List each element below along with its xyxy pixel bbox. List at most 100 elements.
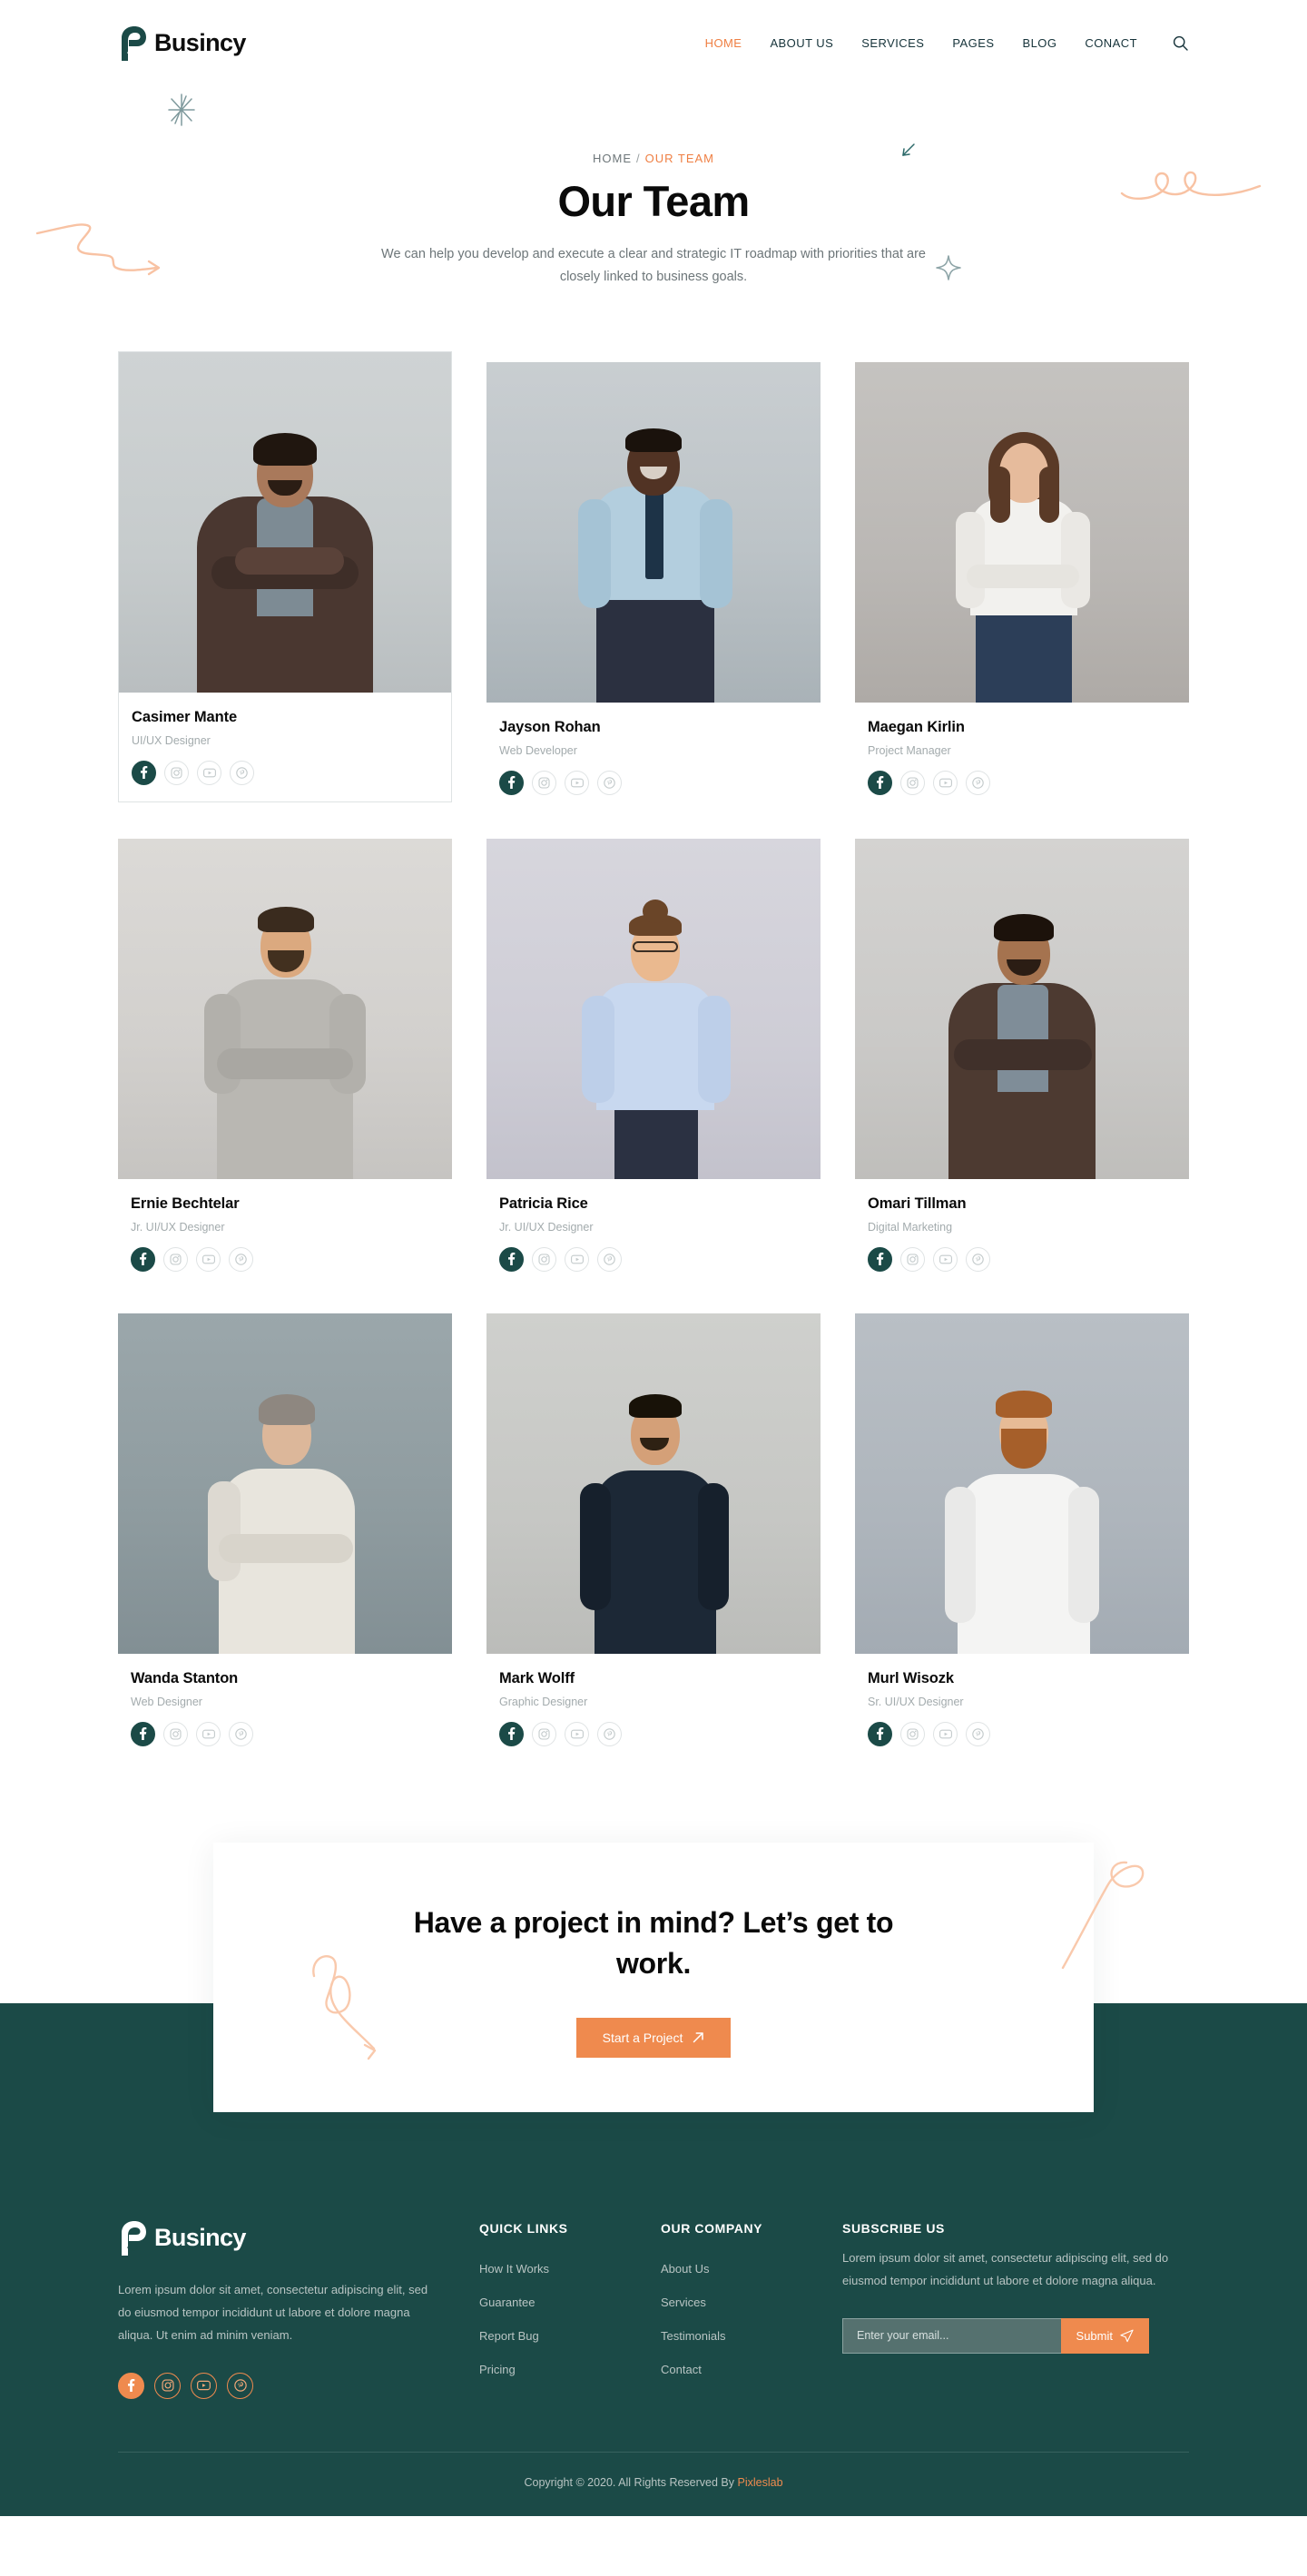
pinterest-icon[interactable]: [227, 2372, 253, 2399]
member-info: Casimer Mante UI/UX Designer: [119, 693, 451, 791]
youtube-icon[interactable]: [933, 1246, 958, 1272]
pinterest-icon[interactable]: [230, 760, 254, 785]
nav-item-blog[interactable]: BLOG: [1022, 36, 1056, 50]
youtube-icon[interactable]: [933, 1721, 958, 1746]
team-card[interactable]: Murl Wisozk Sr. UI/UX Designer: [855, 1313, 1189, 1752]
pinterest-icon[interactable]: [229, 1246, 253, 1272]
submit-button-label: Submit: [1076, 2328, 1113, 2343]
email-input[interactable]: [842, 2317, 1061, 2354]
pinterest-icon[interactable]: [229, 1721, 253, 1746]
instagram-icon[interactable]: [900, 770, 925, 795]
pinterest-icon[interactable]: [966, 1721, 990, 1746]
facebook-icon[interactable]: [499, 770, 524, 795]
brand-logo[interactable]: Busincy: [118, 25, 246, 61]
team-card[interactable]: Jayson Rohan Web Developer: [486, 361, 821, 802]
nav-item-about-us[interactable]: ABOUT US: [770, 36, 833, 50]
team-card[interactable]: Wanda Stanton Web Designer: [118, 1313, 452, 1752]
nav-item-pages[interactable]: PAGES: [952, 36, 994, 50]
facebook-icon[interactable]: [499, 1246, 524, 1272]
company-link-contact[interactable]: Contact: [661, 2363, 702, 2376]
company-link-testimonials[interactable]: Testimonials: [661, 2329, 726, 2343]
list-item: How It Works: [479, 2261, 661, 2277]
nav-item-home[interactable]: HOME: [705, 36, 742, 50]
member-name: Maegan Kirlin: [868, 718, 965, 735]
team-card[interactable]: Mark Wolff Graphic Designer: [486, 1313, 821, 1752]
search-icon: [1173, 35, 1188, 51]
youtube-icon[interactable]: [196, 1246, 221, 1272]
team-card[interactable]: Ernie Bechtelar Jr. UI/UX Designer: [118, 838, 452, 1277]
footer-about-text: Lorem ipsum dolor sit amet, consectetur …: [118, 2282, 428, 2342]
member-photo: [486, 838, 821, 1179]
instagram-icon[interactable]: [164, 760, 189, 785]
footer-logo[interactable]: Busincy: [118, 2220, 432, 2256]
quick-link-guarantee[interactable]: Guarantee: [479, 2296, 535, 2309]
instagram-icon[interactable]: [532, 1721, 556, 1746]
youtube-icon[interactable]: [197, 760, 221, 785]
team-card[interactable]: Omari Tillman Digital Marketing: [855, 838, 1189, 1277]
start-a-project-button[interactable]: Start a Project: [575, 2017, 732, 2058]
instagram-icon[interactable]: [532, 1246, 556, 1272]
cta-section: Have a project in mind? Let’s get to wor…: [0, 1842, 1307, 2112]
footer-brand-column: Busincy Lorem ipsum dolor sit amet, cons…: [118, 2220, 479, 2399]
facebook-icon[interactable]: [131, 1246, 155, 1272]
member-role: Graphic Designer: [499, 1695, 588, 1708]
quick-link-report-bug[interactable]: Report Bug: [479, 2329, 539, 2343]
copyright-brand-link[interactable]: Pixleslab: [738, 2476, 783, 2489]
instagram-icon[interactable]: [900, 1246, 925, 1272]
youtube-icon[interactable]: [565, 1246, 589, 1272]
pinterest-icon[interactable]: [597, 1721, 622, 1746]
instagram-icon[interactable]: [154, 2372, 181, 2399]
busincy-logo-icon: [122, 2220, 146, 2256]
pinterest-icon[interactable]: [597, 1246, 622, 1272]
breadcrumb-current: OUR TEAM: [644, 152, 714, 165]
youtube-icon[interactable]: [191, 2372, 217, 2399]
pinterest-icon[interactable]: [966, 1246, 990, 1272]
facebook-icon[interactable]: [131, 1721, 155, 1746]
facebook-icon[interactable]: [868, 1246, 892, 1272]
youtube-icon[interactable]: [565, 770, 589, 795]
facebook-icon[interactable]: [499, 1721, 524, 1746]
cta-right-doodle-icon: [1061, 1861, 1145, 1970]
company-link-services[interactable]: Services: [661, 2296, 706, 2309]
cta-button-label: Start a Project: [602, 2030, 683, 2045]
youtube-icon[interactable]: [933, 770, 958, 795]
youtube-icon[interactable]: [565, 1721, 589, 1746]
member-photo: [118, 1313, 452, 1654]
pinterest-icon[interactable]: [597, 770, 622, 795]
instagram-icon[interactable]: [900, 1721, 925, 1746]
team-row: Ernie Bechtelar Jr. UI/UX Designer Patri…: [118, 838, 1189, 1277]
page-root: Busincy HOME ABOUT US SERVICES PAGES BLO…: [0, 0, 1307, 2516]
company-link-about-us[interactable]: About Us: [661, 2262, 709, 2276]
member-photo: [486, 1313, 821, 1654]
quick-link-pricing[interactable]: Pricing: [479, 2363, 516, 2376]
footer-columns: Busincy Lorem ipsum dolor sit amet, cons…: [118, 2220, 1189, 2452]
facebook-icon[interactable]: [868, 770, 892, 795]
facebook-icon[interactable]: [868, 1721, 892, 1746]
facebook-icon[interactable]: [132, 760, 156, 785]
instagram-icon[interactable]: [163, 1721, 188, 1746]
team-card[interactable]: Maegan Kirlin Project Manager: [855, 361, 1189, 802]
instagram-icon[interactable]: [532, 770, 556, 795]
pinterest-icon[interactable]: [966, 770, 990, 795]
busincy-logo-icon: [122, 25, 146, 61]
nav-item-conact[interactable]: CONACT: [1085, 36, 1137, 50]
nav-item-services[interactable]: SERVICES: [861, 36, 924, 50]
facebook-icon[interactable]: [118, 2372, 144, 2399]
member-name: Casimer Mante: [132, 708, 238, 725]
member-info: Mark Wolff Graphic Designer: [486, 1654, 821, 1752]
submit-button[interactable]: Submit: [1060, 2317, 1149, 2354]
breadcrumb-home[interactable]: HOME: [593, 152, 632, 165]
search-button[interactable]: [1171, 34, 1189, 53]
list-item: Contact: [661, 2362, 842, 2378]
team-card[interactable]: Patricia Rice Jr. UI/UX Designer: [486, 838, 821, 1277]
quick-link-how-it-works[interactable]: How It Works: [479, 2262, 549, 2276]
our-company-title: OUR COMPANY: [661, 2220, 763, 2236]
instagram-icon[interactable]: [163, 1246, 188, 1272]
footer-company-column: OUR COMPANY About Us Services Testimonia…: [661, 2221, 842, 2399]
youtube-icon[interactable]: [196, 1721, 221, 1746]
member-photo: [855, 838, 1189, 1179]
send-icon: [1120, 2329, 1134, 2342]
member-name: Jayson Rohan: [499, 718, 601, 735]
team-card[interactable]: Casimer Mante UI/UX Designer: [118, 350, 452, 802]
footer-quick-links-column: QUICK LINKS How It Works Guarantee Repor…: [479, 2221, 661, 2399]
